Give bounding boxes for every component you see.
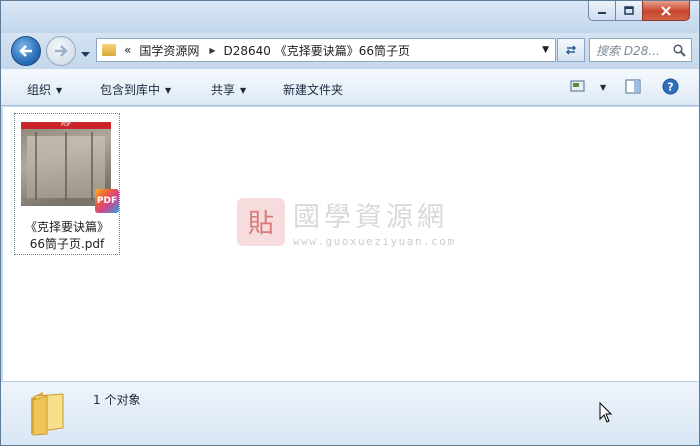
breadcrumb-item-site[interactable]: 国学资源网 [139, 42, 199, 59]
file-item[interactable]: PDF PDF 《克择要诀篇》 66筒子页.pdf [14, 113, 120, 255]
help-button[interactable]: ? [662, 78, 679, 98]
include-in-library-label: 包含到库中 [100, 83, 161, 97]
help-icon: ? [662, 78, 679, 95]
watermark-title: 國學資源網 [293, 202, 448, 233]
refresh-button[interactable] [557, 38, 585, 62]
organize-menu[interactable]: 组织 ▼ [27, 81, 62, 98]
navigation-bar: « 国学资源网 ▶ D28640 《克择要诀篇》66筒子页 ▼ 搜索 D28..… [1, 33, 699, 69]
close-button[interactable] [642, 1, 690, 21]
preview-pane-button[interactable] [625, 79, 641, 97]
breadcrumb-item-folder[interactable]: D28640 《克择要诀篇》66筒子页 [224, 42, 411, 59]
address-dropdown-icon[interactable]: ▼ [542, 45, 549, 55]
thumbnail-line [91, 132, 93, 200]
thumbnail-line [35, 132, 37, 200]
chevron-down-icon: ▼ [56, 86, 63, 95]
view-icon [570, 80, 585, 92]
new-folder-button[interactable]: 新建文件夹 [283, 81, 343, 98]
file-name-line-2: 66筒子页.pdf [29, 237, 105, 251]
refresh-icon [565, 45, 577, 55]
file-list-area[interactable]: PDF PDF 《克择要诀篇》 66筒子页.pdf 貼 國學資源網 www.gu… [3, 107, 699, 381]
new-folder-label: 新建文件夹 [283, 83, 344, 97]
chevron-down-icon: ▼ [165, 86, 172, 95]
maximize-button[interactable] [615, 1, 643, 21]
breadcrumb-overflow[interactable]: « [124, 43, 131, 57]
search-icon[interactable] [673, 44, 686, 57]
organize-label: 组织 [27, 83, 52, 97]
watermark-text: 國學資源網 www.guoxueziyuan.com [293, 195, 455, 248]
details-pane: 1 个对象 [1, 381, 699, 445]
minimize-icon [598, 11, 606, 14]
preview-pane-icon [625, 79, 641, 94]
mouse-cursor-icon [599, 402, 613, 423]
chevron-down-icon [81, 52, 90, 57]
search-placeholder: 搜索 D28... [596, 43, 660, 58]
arrow-left-icon [19, 45, 32, 57]
title-bar[interactable] [1, 1, 699, 33]
change-view-button[interactable] [570, 79, 586, 96]
arrow-right-icon [55, 45, 68, 57]
chevron-down-icon: ▼ [240, 86, 247, 95]
minimize-button[interactable] [588, 1, 616, 21]
chevron-down-icon: ▼ [600, 83, 607, 92]
view-options-dropdown[interactable]: ▼ [595, 80, 606, 94]
pdf-file-icon: PDF [95, 189, 119, 213]
status-text: 1 个对象 [93, 393, 141, 407]
include-in-library-menu[interactable]: 包含到库中 ▼ [100, 81, 171, 98]
share-label: 共享 [211, 83, 236, 97]
thumbnail-line [65, 132, 67, 200]
folder-icon [102, 44, 116, 56]
share-menu[interactable]: 共享 ▼ [211, 81, 246, 98]
svg-text:?: ? [667, 81, 673, 94]
watermark: 貼 國學資源網 www.guoxueziyuan.com [237, 195, 455, 248]
recent-pages-dropdown[interactable] [81, 47, 90, 61]
folder-icon [31, 392, 64, 436]
watermark-url: www.guoxueziyuan.com [293, 235, 456, 248]
thumbnail-header: PDF [21, 122, 111, 129]
watermark-seal-icon: 貼 [237, 197, 285, 246]
back-button[interactable] [11, 36, 41, 66]
search-input[interactable]: 搜索 D28... [589, 38, 692, 62]
file-name-label: 《克择要诀篇》 66筒子页.pdf [15, 219, 119, 253]
explorer-window: « 国学资源网 ▶ D28640 《克择要诀篇》66筒子页 ▼ 搜索 D28..… [0, 0, 700, 446]
file-name-line-1: 《克择要诀篇》 [24, 220, 109, 234]
forward-button[interactable] [46, 36, 76, 66]
maximize-icon [624, 6, 634, 15]
breadcrumb-separator-icon[interactable]: ▶ [209, 46, 215, 55]
command-bar: 组织 ▼ 包含到库中 ▼ 共享 ▼ 新建文件夹 ▼ ? [1, 69, 699, 106]
address-bar[interactable]: « 国学资源网 ▶ D28640 《克择要诀篇》66筒子页 ▼ [96, 38, 556, 62]
close-icon [661, 5, 671, 16]
